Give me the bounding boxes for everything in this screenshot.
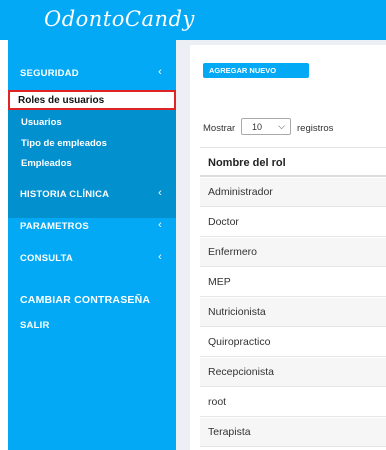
table-cell: Enfermero [208, 246, 258, 258]
menu-logout-label: SALIR [20, 320, 50, 331]
menu-consultation-label: CONSULTA [20, 253, 73, 264]
chevron-left-icon: ‹ [158, 66, 162, 78]
table-cell: Recepcionista [208, 366, 274, 378]
table-cell: root [208, 396, 227, 408]
sidebar-item-roles-usuarios[interactable]: Roles de usuarios [8, 90, 176, 110]
table-cell: MEP [208, 276, 231, 288]
menu-parameters[interactable]: PARAMETROS ‹ [8, 215, 176, 237]
table-cell: Nutricionista [208, 306, 266, 318]
table-row[interactable]: Administrador [200, 178, 386, 207]
page-size-value: 10 [252, 122, 263, 132]
sidebar-item-empleados[interactable]: Empleados [21, 158, 72, 169]
top-bar: OdontoCandy [0, 0, 386, 40]
menu-clinical-history[interactable]: HISTORIA CLÍNICA ‹ [8, 183, 176, 205]
chevron-left-icon: ‹ [158, 219, 162, 231]
table-cell: Doctor [208, 216, 239, 228]
app-logo[interactable]: OdontoCandy [44, 7, 195, 31]
sidebar-item-roles-usuarios-label: Roles de usuarios [18, 95, 105, 106]
table-row[interactable]: Recepcionista [200, 358, 386, 387]
chevron-left-icon: ‹ [158, 251, 162, 263]
menu-parameters-label: PARAMETROS [20, 221, 89, 232]
table-row[interactable]: Nutricionista [200, 298, 386, 327]
add-new-button-label: AGREGAR NUEVO [209, 66, 277, 75]
table-header-nombre-rol[interactable]: Nombre del rol [200, 147, 386, 177]
table-row[interactable]: root [200, 388, 386, 417]
table-cell: Quiropractico [208, 336, 271, 348]
menu-logout[interactable]: SALIR [8, 314, 176, 336]
table-cell: Terapista [208, 426, 251, 438]
table-row[interactable]: Enfermero [200, 238, 386, 267]
menu-change-password-label: CAMBIAR CONTRASEÑA [20, 294, 151, 306]
table-row[interactable]: Doctor [200, 208, 386, 237]
menu-change-password[interactable]: CAMBIAR CONTRASEÑA [8, 288, 176, 310]
table-row[interactable]: MEP [200, 268, 386, 297]
menu-security[interactable]: SEGURIDAD ‹ [8, 62, 176, 84]
table-row[interactable]: Quiropractico [200, 328, 386, 357]
show-label: Mostrar [203, 123, 236, 134]
chevron-down-icon: ⌵ [278, 121, 285, 131]
menu-clinical-history-label: HISTORIA CLÍNICA [20, 189, 110, 200]
table-row[interactable]: Terapista [200, 418, 386, 447]
menu-security-label: SEGURIDAD [20, 68, 79, 79]
table-header-label: Nombre del rol [208, 157, 286, 169]
add-new-button[interactable]: AGREGAR NUEVO [203, 63, 309, 78]
chevron-left-icon: ‹ [158, 187, 162, 199]
sidebar-item-usuarios[interactable]: Usuarios [21, 117, 62, 128]
records-label: registros [297, 123, 334, 134]
table-cell: Administrador [208, 186, 273, 198]
menu-consultation[interactable]: CONSULTA ‹ [8, 247, 176, 269]
page-size-select[interactable]: 10 ⌵ [241, 118, 291, 135]
sidebar-item-tipo-empleados[interactable]: Tipo de empleados [21, 138, 107, 149]
